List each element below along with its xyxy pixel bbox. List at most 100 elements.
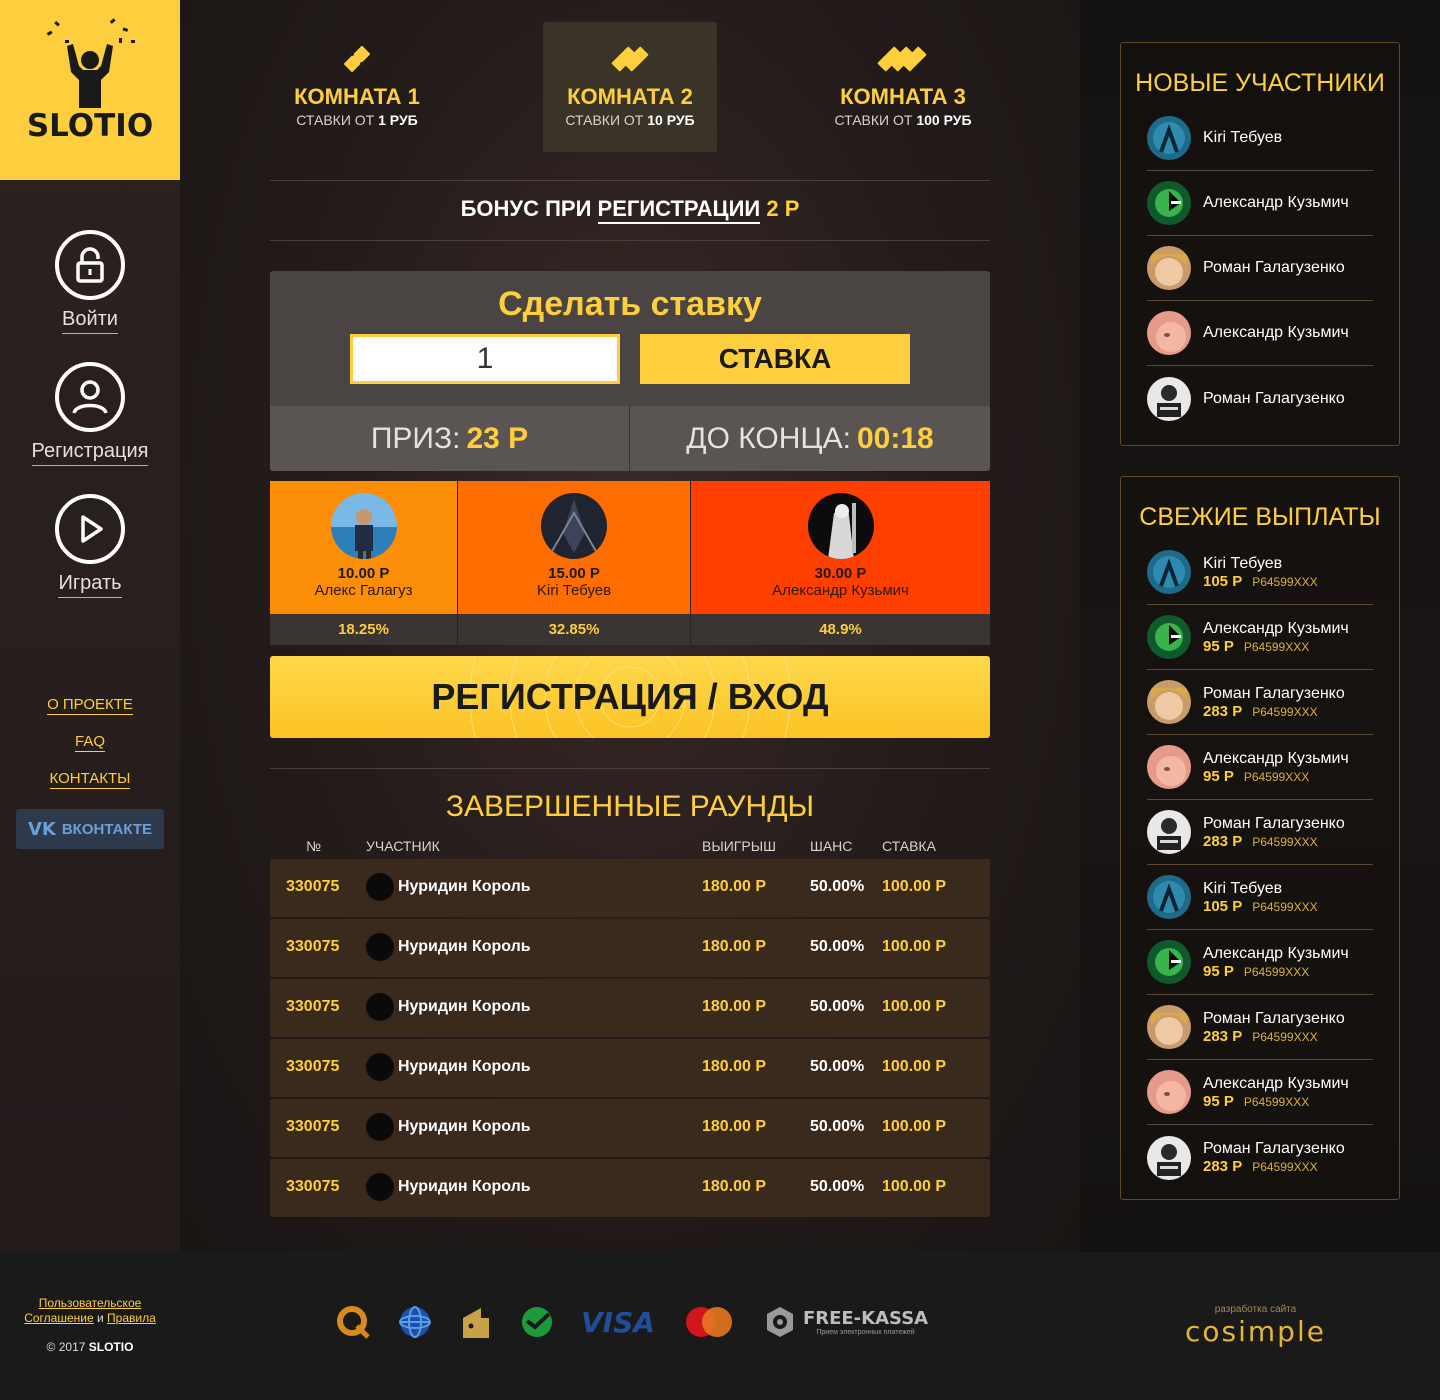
round-players: 10.00 Р Алекс Галагуз 18.25% 15.00 Р Kir… bbox=[270, 481, 990, 645]
footer-and: и bbox=[97, 1311, 104, 1325]
player-chance: 32.85% bbox=[458, 614, 690, 645]
avatar bbox=[366, 1053, 394, 1081]
developer-credit[interactable]: разработка сайта cosimple bbox=[1185, 1304, 1326, 1348]
player-card: 30.00 Р Александр Кузьмич 48.9% bbox=[690, 481, 990, 645]
tickets-icon bbox=[608, 42, 652, 76]
list-item[interactable]: Роман Галагузенко bbox=[1147, 366, 1373, 431]
col-win: ВЫИГРЫШ bbox=[702, 838, 776, 854]
table-row[interactable]: 330075 Нуридин Король 180.00 Р 50.00% 100.00… bbox=[270, 1039, 990, 1097]
round-number: 330075 bbox=[286, 1058, 340, 1075]
list-item[interactable]: Александр Кузьмич bbox=[1147, 301, 1373, 366]
avatar bbox=[1147, 311, 1191, 355]
prize-value: 23 Р bbox=[466, 421, 529, 455]
faq-link[interactable]: FAQ bbox=[74, 733, 105, 752]
sidebar-item-label: Регистрация bbox=[31, 440, 149, 466]
payouts-panel: СВЕЖИЕ ВЫПЛАТЫ Kiri Тебуев 105 Р P64599XXX… bbox=[1120, 476, 1400, 1200]
list-item[interactable]: Роман Галагузенко 283 Р P64599XXX bbox=[1147, 670, 1373, 735]
list-item[interactable]: Роман Галагузенко 283 Р P64599XXX bbox=[1147, 1125, 1373, 1190]
about-link[interactable]: О ПРОЕКТЕ bbox=[47, 696, 133, 715]
round-bet: 100.00 Р bbox=[882, 1178, 947, 1195]
list-item[interactable]: Роман Галагузенко 283 Р P64599XXX bbox=[1147, 800, 1373, 865]
table-row[interactable]: 330075 Нуридин Король 180.00 Р 50.00% 100.00… bbox=[270, 979, 990, 1037]
completed-rounds-title: ЗАВЕРШЕННЫЕ РАУНДЫ bbox=[445, 790, 815, 823]
round-win: 180.00 Р bbox=[702, 938, 767, 955]
register-login-button[interactable]: РЕГИСТРАЦИЯ / ВХОД bbox=[270, 656, 990, 738]
list-item[interactable]: Роман Галагузенко 283 Р P64599XXX bbox=[1147, 995, 1373, 1060]
new-members-list: Kiri Тебуев Александр Кузьмич Роман Галагу… bbox=[1147, 106, 1373, 431]
sidebar-item-login[interactable]: Войти bbox=[55, 230, 125, 334]
payout-account: P64599XXX bbox=[1252, 1029, 1318, 1044]
payout-name: Kiri Тебуев bbox=[1203, 879, 1283, 897]
round-win: 180.00 Р bbox=[702, 998, 767, 1015]
avatar bbox=[1147, 116, 1191, 160]
player-name: Алекс Галагуз bbox=[314, 582, 413, 599]
round-number: 330075 bbox=[286, 878, 340, 895]
payout-amount: 95 Р bbox=[1203, 637, 1234, 655]
list-item[interactable]: Александр Кузьмич 95 Р P64599XXX bbox=[1147, 735, 1373, 800]
timer-display: ДО КОНЦА: 00:18 bbox=[630, 406, 990, 471]
room-subtitle: СТАВКИ ОТ 1 РУБ bbox=[296, 112, 418, 128]
agreement-link-2[interactable]: Соглашение bbox=[24, 1311, 93, 1325]
round-win: 180.00 Р bbox=[702, 1058, 767, 1075]
round-winner: Нуридин Король bbox=[398, 1058, 531, 1075]
bet-panel: Сделать ставку СТАВКА ПРИЗ:23 Р ДО КОНЦА… bbox=[270, 271, 990, 471]
payout-amount: 95 Р bbox=[1203, 767, 1234, 785]
rules-link[interactable]: Правила bbox=[107, 1311, 156, 1325]
payout-amount: 283 Р bbox=[1203, 1027, 1243, 1045]
free-kassa-icon: FREE-KASSA Прием электронных платежей bbox=[763, 1305, 928, 1339]
avatar bbox=[366, 933, 394, 961]
sidebar-item-play[interactable]: Играть bbox=[55, 494, 125, 598]
list-item[interactable]: Александр Кузьмич 95 Р P64599XXX bbox=[1147, 605, 1373, 670]
player-name: Александр Кузьмич bbox=[772, 582, 909, 599]
lock-icon bbox=[55, 230, 125, 300]
contacts-link[interactable]: КОНТАКТЫ bbox=[49, 770, 131, 789]
member-name: Роман Галагузенко bbox=[1203, 389, 1345, 407]
avatar bbox=[1147, 1070, 1191, 1114]
list-item[interactable]: Александр Кузьмич 95 Р P64599XXX bbox=[1147, 930, 1373, 995]
member-name: Александр Кузьмич bbox=[1203, 324, 1349, 341]
sidebar-item-register[interactable]: Регистрация bbox=[31, 362, 149, 466]
list-item[interactable]: Александр Кузьмич 95 Р P64599XXX bbox=[1147, 1060, 1373, 1125]
table-row[interactable]: 330075 Нуридин Король 180.00 Р 50.00% 100.00… bbox=[270, 859, 990, 917]
tab-room-2[interactable]: КОМНАТА 2 СТАВКИ ОТ 10 РУБ bbox=[543, 22, 717, 152]
col-chance: ШАНС bbox=[810, 838, 853, 854]
payout-amount: 95 Р bbox=[1203, 962, 1234, 980]
bet-amount-input[interactable] bbox=[350, 334, 620, 384]
avatar bbox=[1147, 810, 1191, 854]
place-bet-button[interactable]: СТАВКА bbox=[640, 334, 910, 384]
logo[interactable]: SLOTIO bbox=[0, 0, 180, 180]
timer-label: ДО КОНЦА: bbox=[686, 421, 851, 455]
round-chance: 50.00% bbox=[810, 998, 865, 1015]
room-subtitle: СТАВКИ ОТ 10 РУБ bbox=[565, 112, 695, 128]
new-members-title: НОВЫЕ УЧАСТНИКИ bbox=[1135, 69, 1385, 97]
tab-room-3[interactable]: КОМНАТА 3 СТАВКИ ОТ 100 РУБ bbox=[816, 22, 990, 152]
sidebar-links: О ПРОЕКТЕ FAQ КОНТАКТЫ VK ВКОНТАКТЕ bbox=[0, 696, 180, 849]
payouts-title: СВЕЖИЕ ВЫПЛАТЫ bbox=[1139, 503, 1381, 531]
sidebar-nav: Войти Регистрация Играть bbox=[0, 230, 180, 626]
tab-room-1[interactable]: КОМНАТА 1 СТАВКИ ОТ 1 РУБ bbox=[270, 22, 444, 152]
avatar bbox=[1147, 246, 1191, 290]
list-item[interactable]: Роман Галагузенко bbox=[1147, 236, 1373, 301]
list-item[interactable]: Kiri Тебуев 105 Р P64599XXX bbox=[1147, 865, 1373, 930]
vk-icon: VK bbox=[27, 818, 56, 840]
round-bet: 100.00 Р bbox=[882, 938, 947, 955]
table-row[interactable]: 330075 Нуридин Король 180.00 Р 50.00% 100.00… bbox=[270, 919, 990, 977]
list-item[interactable]: Kiri Тебуев bbox=[1147, 106, 1373, 171]
webmoney-icon bbox=[397, 1304, 433, 1340]
bonus-register-link[interactable]: РЕГИСТРАЦИИ bbox=[597, 196, 761, 224]
list-item[interactable]: Kiri Тебуев 105 Р P64599XXX bbox=[1147, 540, 1373, 605]
list-item[interactable]: Александр Кузьмич bbox=[1147, 171, 1373, 236]
free-kassa-label: FREE-KASSA bbox=[802, 1308, 929, 1329]
vk-button[interactable]: VK ВКОНТАКТЕ bbox=[16, 809, 164, 849]
table-row[interactable]: 330075 Нуридин Король 180.00 Р 50.00% 100.00… bbox=[270, 1159, 990, 1217]
divider bbox=[270, 180, 990, 181]
agreement-link[interactable]: Пользовательское bbox=[39, 1296, 142, 1310]
round-chance: 50.00% bbox=[810, 1058, 865, 1075]
table-row[interactable]: 330075 Нуридин Король 180.00 Р 50.00% 100.00… bbox=[270, 1099, 990, 1157]
logo-figure-icon bbox=[46, 18, 135, 108]
round-chance: 50.00% bbox=[810, 938, 865, 955]
payout-name: Александр Кузьмич bbox=[1203, 749, 1349, 767]
new-members-panel: НОВЫЕ УЧАСТНИКИ Kiri Тебуев Александр Куз… bbox=[1120, 42, 1400, 446]
copyright-year: © 2017 bbox=[46, 1340, 86, 1354]
round-winner: Нуридин Король bbox=[398, 878, 531, 895]
